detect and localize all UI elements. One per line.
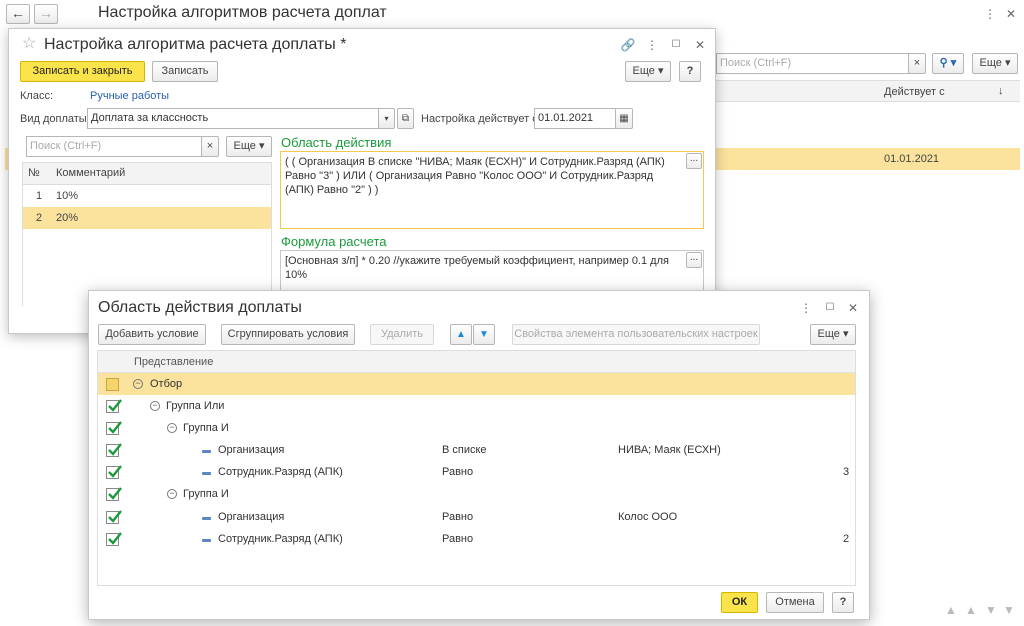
add-condition-button[interactable]: Добавить условие <box>98 324 206 345</box>
main-table-header <box>716 80 1020 102</box>
back-button[interactable]: ← <box>6 4 30 24</box>
dialog2-close-icon[interactable]: ✕ <box>846 300 860 316</box>
dialog1-maximize-icon[interactable]: ☐ <box>670 37 682 53</box>
main-close-icon[interactable]: ✕ <box>1004 6 1018 22</box>
main-more-menu-icon[interactable]: ⋮ <box>984 6 996 22</box>
properties-button[interactable]: Свойства элемента пользовательских настр… <box>512 324 760 345</box>
tree-row[interactable] <box>98 506 855 528</box>
scroll-bottom-icon[interactable]: ▼ <box>1002 602 1016 618</box>
checkbox-checked-icon[interactable] <box>106 443 122 457</box>
tree-item-name: Группа И <box>183 488 229 500</box>
tree-item-condition: Равно <box>442 466 474 478</box>
favorite-star-icon[interactable]: ☆ <box>22 36 36 52</box>
sort-icon[interactable]: ↓ <box>998 85 1004 97</box>
field-item-icon <box>202 472 211 475</box>
tree-row[interactable] <box>98 461 855 483</box>
tree-item-name: Организация <box>218 511 285 523</box>
save-close-button[interactable]: Записать и закрыть <box>20 61 145 82</box>
root-checkbox[interactable] <box>106 378 119 391</box>
main-search-clear-icon[interactable]: × <box>908 53 926 74</box>
field-item-icon <box>202 517 211 520</box>
tree-item-number: 3 <box>843 466 850 478</box>
tree-item-value: НИВА; Маяк (ЕСХН) <box>618 444 721 456</box>
dialog1-title: Настройка алгоритма расчета доплаты * <box>44 36 347 53</box>
tree-item-condition: В списке <box>442 444 487 456</box>
main-title: Настройка алгоритмов расчета доплат <box>98 4 387 21</box>
tree-item-name: Группа И <box>183 422 229 434</box>
checkbox-checked-icon[interactable] <box>106 399 122 413</box>
main-col-effective-header[interactable]: Действует с <box>884 86 945 98</box>
tree-row-selected[interactable] <box>98 373 855 395</box>
dialog2-help-button[interactable]: ? <box>832 592 854 613</box>
tree-row[interactable] <box>98 528 855 550</box>
checkbox-checked-icon[interactable] <box>106 510 122 524</box>
delete-button[interactable]: Удалить <box>370 324 434 345</box>
dialog2-more-button[interactable]: Еще ▾ <box>810 324 856 345</box>
tree-item-name: Группа Или <box>166 400 225 412</box>
cancel-button[interactable]: Отмена <box>766 592 824 613</box>
collapse-icon[interactable]: − <box>133 379 143 389</box>
dialog1-search-input[interactable]: Поиск (Ctrl+F) <box>26 136 202 157</box>
type-dropdown-button[interactable]: ▾ <box>378 108 395 129</box>
dialog1-menu-icon[interactable]: ⋮ <box>646 37 658 53</box>
list-border <box>22 162 272 306</box>
move-up-button[interactable]: ▲ <box>450 324 472 345</box>
tree-item-condition: Равно <box>442 533 474 545</box>
dialog1-list-more-button[interactable]: Еще ▾ <box>226 136 272 157</box>
ok-button[interactable]: ОК <box>721 592 758 613</box>
dialog1-close-icon[interactable]: ✕ <box>694 37 706 53</box>
class-label: Класс: <box>20 90 53 102</box>
dialog1-search-clear-icon[interactable]: × <box>201 136 219 157</box>
tree-item-name: Сотрудник.Разряд (АПК) <box>218 466 343 478</box>
dialog2-title: Область действия доплаты <box>98 299 302 316</box>
scope-title: Область действия <box>281 135 392 150</box>
dialog1-help-button[interactable]: ? <box>679 61 701 82</box>
collapse-icon[interactable]: − <box>167 489 177 499</box>
main-row-date: 01.01.2021 <box>884 153 940 165</box>
main-search-button[interactable]: ⚲ ▾ <box>932 53 964 74</box>
forward-button[interactable]: → <box>34 4 58 24</box>
collapse-icon[interactable]: − <box>167 423 177 433</box>
class-link[interactable]: Ручные работы <box>90 90 169 102</box>
save-button[interactable]: Записать <box>152 61 218 82</box>
calendar-icon[interactable]: ▦ <box>615 108 633 129</box>
formula-text-field[interactable]: [Основная з/п] * 0.20 //укажите требуемы… <box>280 250 704 292</box>
checkbox-checked-icon[interactable] <box>106 421 122 435</box>
scroll-top-icon[interactable]: ▲ <box>964 602 978 618</box>
link-icon[interactable]: 🔗 <box>620 37 636 53</box>
type-field[interactable]: Доплата за классность <box>87 108 379 129</box>
formula-title: Формула расчета <box>281 234 387 249</box>
field-item-icon <box>202 539 211 542</box>
scope-text-field[interactable]: ( ( Организация В списке "НИВА; Маяк (ЕС… <box>280 151 704 229</box>
type-open-button[interactable]: ⧉ <box>397 108 414 129</box>
type-label: Вид доплаты: <box>20 113 90 125</box>
field-item-icon <box>202 450 211 453</box>
scope-select-button[interactable]: ... <box>686 153 702 169</box>
scroll-down-icon[interactable]: ▼ <box>984 602 998 618</box>
scroll-up-icon[interactable]: ▲ <box>944 602 958 618</box>
tree-item-number: 2 <box>843 533 850 545</box>
group-conditions-button[interactable]: Сгруппировать условия <box>221 324 355 345</box>
effective-date-field[interactable]: 01.01.2021 <box>534 108 616 129</box>
main-more-button[interactable]: Еще ▾ <box>972 53 1018 74</box>
tree-item-value: Колос ООО <box>618 511 678 523</box>
dialog2-maximize-icon[interactable]: ☐ <box>824 300 836 316</box>
move-down-button[interactable]: ▼ <box>473 324 495 345</box>
tree-item-name: Сотрудник.Разряд (АПК) <box>218 533 343 545</box>
main-search-input[interactable]: Поиск (Ctrl+F) <box>716 53 910 74</box>
tree-item-condition: Равно <box>442 511 474 523</box>
checkbox-checked-icon[interactable] <box>106 487 122 501</box>
effective-label: Настройка действует с: <box>421 113 541 125</box>
col-representation-header[interactable]: Представление <box>134 356 213 368</box>
checkbox-checked-icon[interactable] <box>106 465 122 479</box>
formula-select-button[interactable]: ... <box>686 252 702 268</box>
dialog1-more-button[interactable]: Еще ▾ <box>625 61 671 82</box>
tree-item-name: Отбор <box>150 378 183 390</box>
checkbox-checked-icon[interactable] <box>106 532 122 546</box>
tree-item-name: Организация <box>218 444 285 456</box>
dialog2-menu-icon[interactable]: ⋮ <box>800 300 812 316</box>
collapse-icon[interactable]: − <box>150 401 160 411</box>
